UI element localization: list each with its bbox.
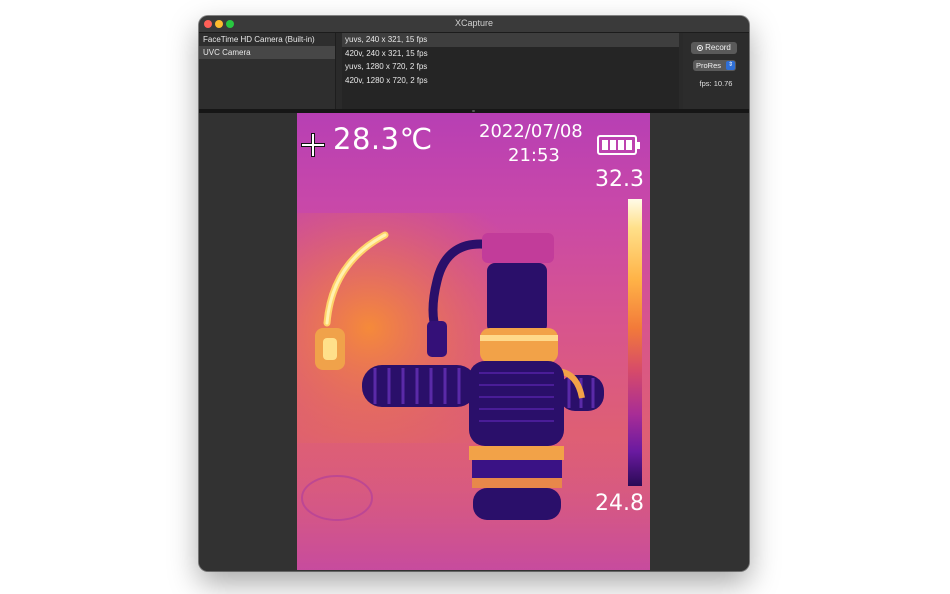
device-item-uvc-camera[interactable]: UVC Camera xyxy=(199,46,335,59)
crosshair-icon xyxy=(301,133,325,157)
app-window: XCapture FaceTime HD Camera (Built-in) U… xyxy=(199,16,749,571)
temperature-scale-bar xyxy=(628,199,642,486)
thermal-camera-image: 28.3℃ 2022/07/08 21:53 32.3 24.8 xyxy=(297,113,650,570)
title-bar[interactable]: XCapture xyxy=(199,16,749,33)
scale-max-temperature: 32.3 xyxy=(595,167,644,192)
scale-min-temperature: 24.8 xyxy=(595,491,644,516)
codec-select[interactable]: ProRes ⇕ xyxy=(693,60,736,71)
record-icon xyxy=(697,45,704,51)
format-list[interactable]: yuvs, 240 x 321, 15 fps 420v, 240 x 321,… xyxy=(342,33,679,109)
center-temperature: 28.3℃ xyxy=(333,122,433,156)
osd-time: 21:53 xyxy=(508,145,560,166)
device-item-facetime[interactable]: FaceTime HD Camera (Built-in) xyxy=(199,33,335,46)
record-button[interactable]: Record xyxy=(691,42,737,54)
preview-area: 28.3℃ 2022/07/08 21:53 32.3 24.8 xyxy=(199,113,749,571)
record-label: Record xyxy=(705,43,731,52)
format-item[interactable]: yuvs, 1280 x 720, 2 fps xyxy=(342,60,679,74)
select-arrows-icon: ⇕ xyxy=(726,61,735,70)
format-item[interactable]: yuvs, 240 x 321, 15 fps xyxy=(342,33,679,47)
top-panel: FaceTime HD Camera (Built-in) UVC Camera… xyxy=(199,33,749,109)
format-item[interactable]: 420v, 1280 x 720, 2 fps xyxy=(342,74,679,88)
capture-controls: Record ProRes ⇕ fps: 10.76 xyxy=(683,33,749,109)
battery-icon xyxy=(597,135,640,155)
osd-date: 2022/07/08 xyxy=(479,121,583,142)
window-title: XCapture xyxy=(454,18,494,28)
fps-readout: fps: 10.76 xyxy=(699,79,733,88)
format-item[interactable]: 420v, 240 x 321, 15 fps xyxy=(342,47,679,61)
divider-handle-icon[interactable] xyxy=(472,110,475,112)
codec-value: ProRes xyxy=(696,61,722,70)
device-list[interactable]: FaceTime HD Camera (Built-in) UVC Camera xyxy=(199,33,336,109)
